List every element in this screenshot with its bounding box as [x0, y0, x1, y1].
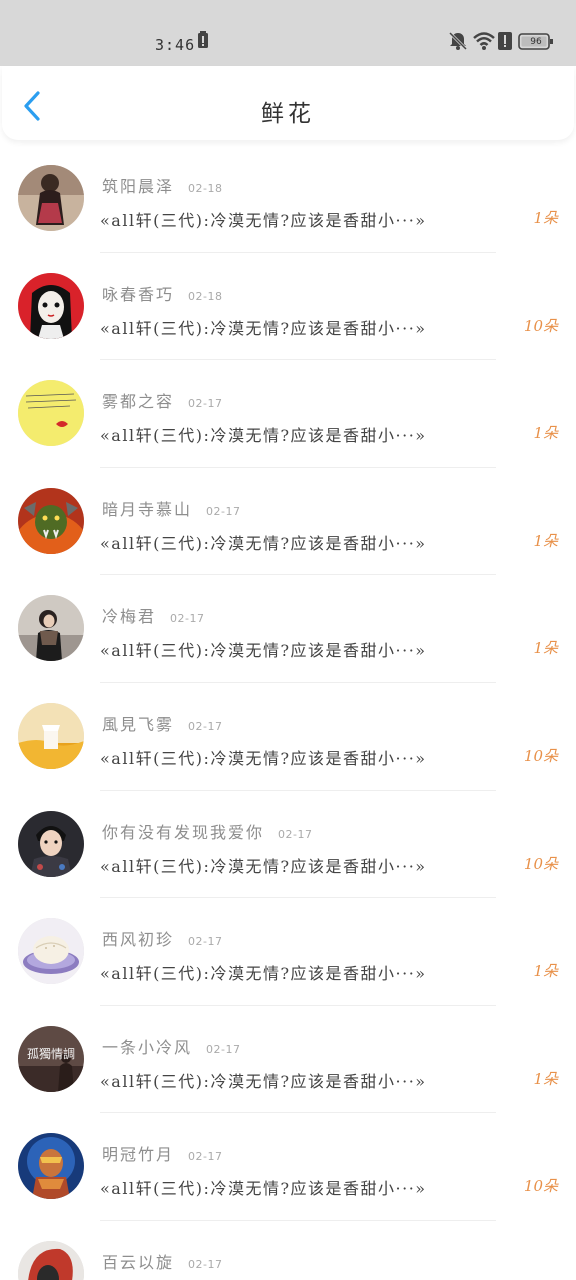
- flower-count: 1朵: [533, 424, 558, 443]
- list-item[interactable]: 暗月寺慕山 02-17 «all轩(三代):冷漠无情?应该是香甜小···» 1朵: [0, 468, 576, 576]
- story-title: «all轩(三代):冷漠无情?应该是香甜小···»: [100, 533, 427, 553]
- page-title: 鲜花: [261, 101, 315, 127]
- nav-header: 鲜花: [2, 66, 574, 140]
- sender-name: 西风初珍 02-17: [102, 930, 223, 950]
- status-time: 3:46: [155, 36, 196, 54]
- flower-count: 10朵: [523, 1177, 558, 1196]
- sender-name: 雾都之容 02-17: [102, 392, 223, 412]
- avatar-yellow-lips-icon: [18, 380, 84, 447]
- avatar[interactable]: 孤獨情調: [18, 1025, 84, 1092]
- send-date: 02-17: [188, 935, 223, 949]
- send-date: 02-17: [278, 827, 313, 841]
- avatar[interactable]: [18, 165, 84, 231]
- list-item[interactable]: 孤獨情調 一条小冷风 02-17 «all轩(三代):冷漠无情?应该是香甜小···…: [0, 1006, 576, 1114]
- avatar-bun-plate-icon: [18, 918, 84, 985]
- send-date: 02-17: [188, 1150, 223, 1164]
- avatar[interactable]: [18, 702, 84, 769]
- avatar[interactable]: [18, 595, 84, 662]
- send-date: 02-17: [170, 612, 205, 626]
- story-title: «all轩(三代):冷漠无情?应该是香甜小···»: [100, 856, 427, 876]
- send-date: 02-17: [206, 504, 241, 518]
- gift-list: 筑阳晨泽 02-18 «all轩(三代):冷漠无情?应该是香甜小···» 1朵 咏…: [0, 145, 576, 1280]
- avatar-girl-photo-icon: [18, 165, 84, 231]
- sender-name: 冷梅君 02-17: [102, 607, 205, 627]
- avatar[interactable]: [18, 272, 84, 339]
- flower-count: 1朵: [533, 1069, 558, 1088]
- sender-name: 咏春香巧 02-18: [102, 284, 223, 304]
- sender-name: 暗月寺慕山 02-17: [102, 499, 241, 519]
- story-title: «all轩(三代):冷漠无情?应该是香甜小···»: [100, 1071, 427, 1091]
- battery-saver-icon: [197, 31, 209, 53]
- wifi-icon: [472, 31, 496, 55]
- sender-name: 筑阳晨泽 02-18: [102, 177, 223, 196]
- avatar[interactable]: [18, 487, 84, 554]
- sender-name: 一条小冷风 02-17: [102, 1037, 241, 1057]
- avatar-orc-warrior-icon: [18, 487, 84, 554]
- svg-text:孤獨情調: 孤獨情調: [27, 1046, 75, 1061]
- avatar-scarf-girl-icon: [18, 595, 84, 662]
- list-item[interactable]: 咏春香巧 02-18 «all轩(三代):冷漠无情?应该是香甜小···» 10朵: [0, 253, 576, 361]
- flower-count: 1朵: [533, 639, 558, 658]
- mute-bell-icon: [448, 31, 468, 55]
- send-date: 02-17: [206, 1042, 241, 1056]
- alert-icon: [498, 31, 512, 55]
- avatar-young-man-icon: [18, 810, 84, 877]
- list-item[interactable]: 雾都之容 02-17 «all轩(三代):冷漠无情?应该是香甜小···» 1朵: [0, 360, 576, 468]
- story-title: «all轩(三代):冷漠无情?应该是香甜小···»: [100, 641, 427, 661]
- list-item[interactable]: 你有没有发现我爱你 02-17 «all轩(三代):冷漠无情?应该是香甜小···»…: [0, 791, 576, 899]
- flower-count: 10朵: [523, 316, 558, 335]
- list-item[interactable]: 西风初珍 02-17 «all轩(三代):冷漠无情?应该是香甜小···» 1朵: [0, 898, 576, 1006]
- avatar-autumn-field-icon: [18, 702, 84, 769]
- sender-name: 百云以旋 02-17: [102, 1252, 223, 1272]
- send-date: 02-17: [188, 397, 223, 411]
- avatar[interactable]: [18, 1133, 84, 1200]
- avatar[interactable]: [18, 1240, 84, 1280]
- story-title: «all轩(三代):冷漠无情?应该是香甜小···»: [100, 318, 427, 338]
- avatar-armored-hero-icon: [18, 1133, 84, 1200]
- avatar-anime-red-icon: [18, 272, 84, 339]
- story-title: «all轩(三代):冷漠无情?应该是香甜小···»: [100, 211, 427, 230]
- list-item[interactable]: 明冠竹月 02-17 «all轩(三代):冷漠无情?应该是香甜小···» 10朵: [0, 1113, 576, 1221]
- list-item[interactable]: 冷梅君 02-17 «all轩(三代):冷漠无情?应该是香甜小···» 1朵: [0, 575, 576, 683]
- avatar[interactable]: [18, 810, 84, 877]
- sender-name: 風見飞雾 02-17: [102, 714, 223, 734]
- story-title: «all轩(三代):冷漠无情?应该是香甜小···»: [100, 426, 427, 446]
- flower-count: 1朵: [533, 962, 558, 981]
- flower-count: 1朵: [533, 531, 558, 550]
- flower-count: 10朵: [523, 854, 558, 873]
- battery-level: 96: [530, 37, 542, 47]
- avatar-lonely-text-icon: 孤獨情調: [18, 1025, 84, 1092]
- flower-count: 10朵: [523, 746, 558, 765]
- send-date: 02-18: [188, 289, 223, 303]
- avatar[interactable]: [18, 918, 84, 985]
- list-item[interactable]: 筑阳晨泽 02-18 «all轩(三代):冷漠无情?应该是香甜小···» 1朵: [0, 145, 576, 253]
- flower-count: 1朵: [533, 209, 558, 227]
- status-bar: 3:46 96: [0, 0, 576, 66]
- list-item[interactable]: 百云以旋 02-17: [0, 1221, 576, 1280]
- sender-name: 你有没有发现我爱你 02-17: [102, 822, 313, 842]
- story-title: «all轩(三代):冷漠无情?应该是香甜小···»: [100, 1179, 427, 1199]
- send-date: 02-17: [188, 1257, 223, 1271]
- send-date: 02-17: [188, 719, 223, 733]
- avatar-red-hair-icon: [18, 1240, 84, 1280]
- send-date: 02-18: [188, 182, 223, 195]
- avatar[interactable]: [18, 380, 84, 447]
- list-item[interactable]: 風見飞雾 02-17 «all轩(三代):冷漠无情?应该是香甜小···» 10朵: [0, 683, 576, 791]
- story-title: «all轩(三代):冷漠无情?应该是香甜小···»: [100, 964, 427, 984]
- sender-name: 明冠竹月 02-17: [102, 1145, 223, 1165]
- story-title: «all轩(三代):冷漠无情?应该是香甜小···»: [100, 748, 427, 768]
